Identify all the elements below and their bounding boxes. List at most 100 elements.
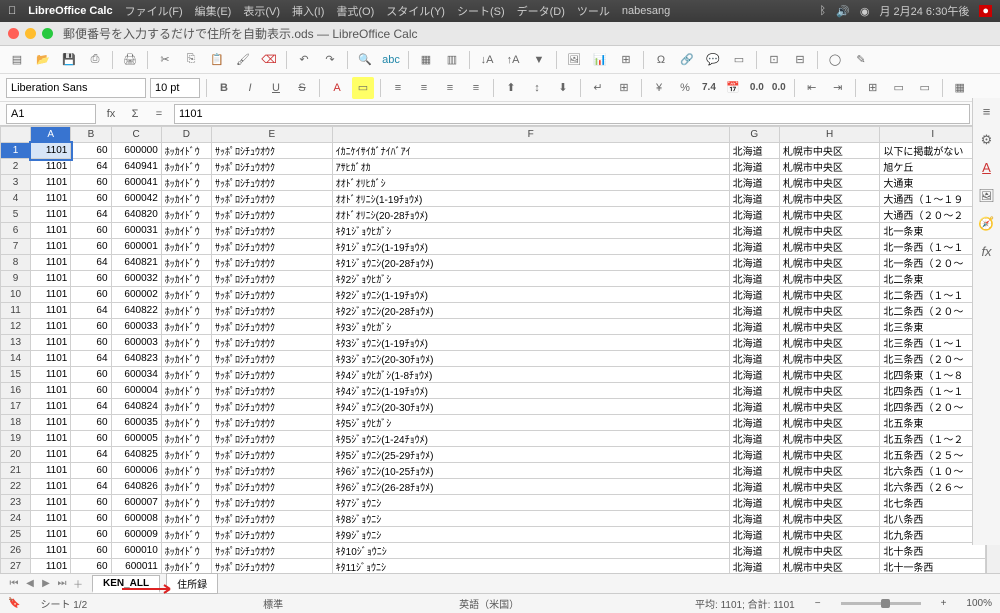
cell[interactable]: 1101 [31, 303, 71, 319]
cell[interactable]: ﾎｯｶｲﾄﾞｳ [161, 527, 211, 543]
row-header[interactable]: 23 [1, 495, 31, 511]
cell[interactable]: 60 [71, 495, 111, 511]
row-header[interactable]: 27 [1, 559, 31, 574]
cell[interactable]: 64 [71, 159, 111, 175]
row-header[interactable]: 8 [1, 255, 31, 271]
cell[interactable]: ｷﾀ5ｼﾞｮｳﾋｶﾞｼ [332, 415, 729, 431]
cell[interactable]: ｻｯﾎﾟﾛｼﾁｭｳｵｳｸ [212, 271, 333, 287]
row-header[interactable]: 14 [1, 351, 31, 367]
cell[interactable]: 60 [71, 543, 111, 559]
cell[interactable]: 札幌市中央区 [779, 463, 880, 479]
cell[interactable]: 1101 [31, 223, 71, 239]
shapes-icon[interactable]: ◯ [824, 49, 846, 71]
row-header[interactable]: 10 [1, 287, 31, 303]
cell[interactable]: ｻｯﾎﾟﾛｼﾁｭｳｵｳｸ [212, 319, 333, 335]
cell[interactable]: 640826 [111, 479, 161, 495]
cell[interactable]: ﾎｯｶｲﾄﾞｳ [161, 319, 211, 335]
cell[interactable]: ﾎｯｶｲﾄﾞｳ [161, 479, 211, 495]
cell[interactable]: 1101 [31, 463, 71, 479]
cell[interactable]: ﾎｯｶｲﾄﾞｳ [161, 159, 211, 175]
cell[interactable]: 札幌市中央区 [779, 143, 880, 159]
sidebar-functions-icon[interactable]: fx [977, 244, 997, 264]
cell[interactable]: 札幌市中央区 [779, 431, 880, 447]
cell[interactable]: 1101 [31, 479, 71, 495]
cell[interactable]: ｻｯﾎﾟﾛｼﾁｭｳｵｳｸ [212, 559, 333, 574]
equals-icon[interactable]: = [150, 108, 168, 120]
cell[interactable]: 札幌市中央区 [779, 159, 880, 175]
flag-jp-icon[interactable]: ● [979, 5, 992, 17]
cut-icon[interactable]: ✂ [154, 49, 176, 71]
date-icon[interactable]: 📅 [722, 77, 744, 99]
cell[interactable]: ｲｶﾆｹｲｻｲｶﾞﾅｲﾊﾞｱｲ [332, 143, 729, 159]
cell[interactable]: 北四条西（２０～ [880, 399, 986, 415]
cell[interactable]: ｻｯﾎﾟﾛｼﾁｭｳｵｳｸ [212, 527, 333, 543]
cell[interactable]: ｻｯﾎﾟﾛｼﾁｭｳｵｳｸ [212, 287, 333, 303]
header-footer-icon[interactable]: ▭ [728, 49, 750, 71]
cell[interactable]: 600032 [111, 271, 161, 287]
cell[interactable]: 60 [71, 223, 111, 239]
image-icon[interactable]: 🖼 [563, 49, 585, 71]
cell[interactable]: ｷﾀ9ｼﾞｮｳﾆｼ [332, 527, 729, 543]
cell[interactable]: ｷﾀ7ｼﾞｮｳﾆｼ [332, 495, 729, 511]
cell[interactable]: 札幌市中央区 [779, 479, 880, 495]
cell[interactable]: 札幌市中央区 [779, 495, 880, 511]
cell[interactable]: 60 [71, 431, 111, 447]
cell[interactable]: 1101 [31, 319, 71, 335]
cell[interactable]: 北海道 [729, 239, 779, 255]
cell[interactable]: 北二条西（１～１ [880, 287, 986, 303]
cell[interactable]: ｷﾀ10ｼﾞｮｳﾆｼ [332, 543, 729, 559]
undo-icon[interactable]: ↶ [293, 49, 315, 71]
new-doc-icon[interactable]: ▤ [6, 49, 28, 71]
cell[interactable]: ﾎｯｶｲﾄﾞｳ [161, 399, 211, 415]
cell[interactable]: ｵｵﾄﾞｵﾘﾆｼ(20-28ﾁｮｳﾒ) [332, 207, 729, 223]
indent-dec-icon[interactable]: ⇤ [801, 77, 823, 99]
cell[interactable]: 札幌市中央区 [779, 415, 880, 431]
print-icon[interactable]: 🖨 [119, 49, 141, 71]
cell[interactable]: 60 [71, 239, 111, 255]
cell[interactable]: ｷﾀ11ｼﾞｮｳﾆｼ [332, 559, 729, 574]
cell[interactable]: 1101 [31, 527, 71, 543]
cell[interactable]: 600042 [111, 191, 161, 207]
cell[interactable]: ﾎｯｶｲﾄﾞｳ [161, 415, 211, 431]
cell[interactable]: 北八条西 [880, 511, 986, 527]
cell[interactable]: 札幌市中央区 [779, 223, 880, 239]
cell[interactable]: 北海道 [729, 511, 779, 527]
font-color-icon[interactable]: A [326, 77, 348, 99]
apple-icon[interactable]:  [8, 5, 16, 17]
cell[interactable]: 600001 [111, 239, 161, 255]
cell[interactable]: ｷﾀ6ｼﾞｮｳﾆｼ(26-28ﾁｮｳﾒ) [332, 479, 729, 495]
cell[interactable]: ｻｯﾎﾟﾛｼﾁｭｳｵｳｸ [212, 239, 333, 255]
zoom-level[interactable]: 100% [966, 598, 992, 609]
cell[interactable]: 大通西（１～１９ [880, 191, 986, 207]
col-header-B[interactable]: B [71, 127, 111, 143]
menu-view[interactable]: 表示(V) [243, 3, 280, 19]
cell[interactable]: 600031 [111, 223, 161, 239]
cell[interactable]: 北海道 [729, 479, 779, 495]
tab-last-icon[interactable]: ⏭ [54, 578, 70, 589]
split-icon[interactable]: ⊟ [789, 49, 811, 71]
cell[interactable]: 北五条東 [880, 415, 986, 431]
row-header[interactable]: 4 [1, 191, 31, 207]
cell[interactable]: 北九条西 [880, 527, 986, 543]
cell[interactable]: 640820 [111, 207, 161, 223]
row-header[interactable]: 20 [1, 447, 31, 463]
sort-desc-icon[interactable]: ↑A [502, 49, 524, 71]
cell[interactable]: 札幌市中央区 [779, 511, 880, 527]
comment-icon[interactable]: 💬 [702, 49, 724, 71]
row-header[interactable]: 24 [1, 511, 31, 527]
row-header[interactable]: 17 [1, 399, 31, 415]
cell[interactable]: 64 [71, 255, 111, 271]
align-left-icon[interactable]: ≡ [387, 77, 409, 99]
row-header[interactable]: 18 [1, 415, 31, 431]
cell[interactable]: ｻｯﾎﾟﾛｼﾁｭｳｵｳｸ [212, 367, 333, 383]
indent-inc-icon[interactable]: ⇥ [827, 77, 849, 99]
cell[interactable]: 北十一条西 [880, 559, 986, 574]
cell[interactable]: ｻｯﾎﾟﾛｼﾁｭｳｵｳｸ [212, 223, 333, 239]
cell[interactable]: 北三条東 [880, 319, 986, 335]
cell[interactable]: 北海道 [729, 175, 779, 191]
valign-top-icon[interactable]: ⬆ [500, 77, 522, 99]
cell[interactable]: 札幌市中央区 [779, 319, 880, 335]
cell[interactable]: ｻｯﾎﾟﾛｼﾁｭｳｵｳｸ [212, 431, 333, 447]
tab-next-icon[interactable]: ▶ [38, 578, 54, 589]
cell[interactable]: 64 [71, 447, 111, 463]
